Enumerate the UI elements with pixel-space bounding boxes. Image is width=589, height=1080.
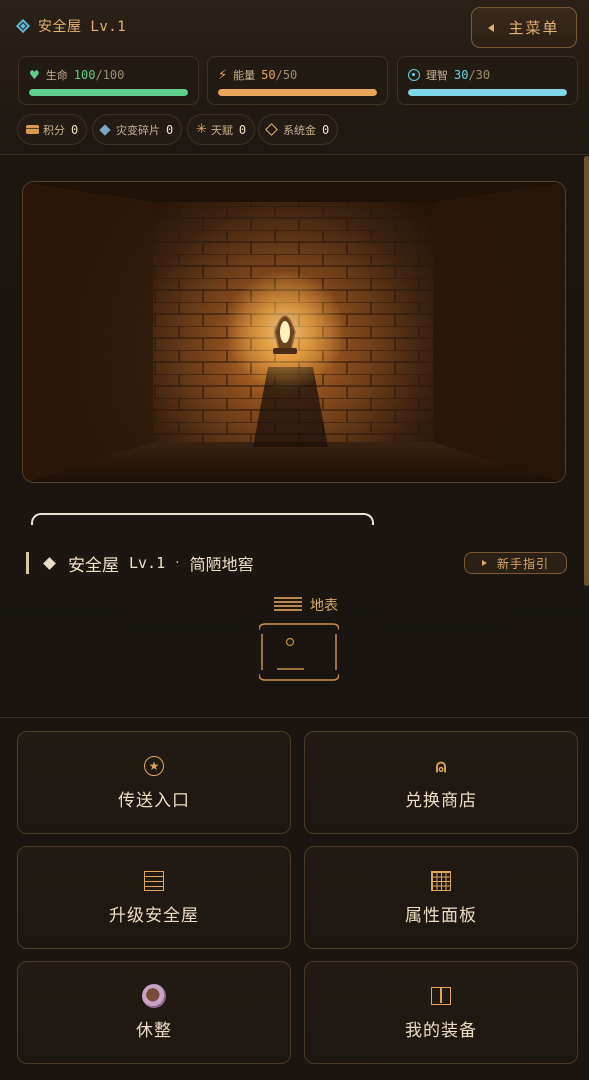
resource-points: 积分 0: [17, 114, 88, 145]
stat-label: 能量: [233, 69, 256, 82]
resource-label: 系统金: [283, 123, 316, 137]
action-label: 我的装备: [405, 1021, 477, 1041]
floor-label: 地表: [274, 595, 338, 615]
my-equipment-button[interactable]: 我的装备: [304, 961, 578, 1064]
resource-value: 0: [71, 122, 79, 137]
bolt-icon: ⚡: [218, 67, 228, 83]
resource-label: 天赋: [210, 123, 233, 137]
shard-icon: [99, 123, 111, 136]
stat-energy: ⚡ 能量 50/50: [207, 56, 388, 105]
cellar-illustration: [23, 182, 565, 482]
resource-value: 0: [322, 122, 330, 137]
main-menu-label: 主菜单: [508, 19, 560, 37]
stat-health: ♥ 生命 100/100: [18, 56, 199, 105]
action-panel: ★ 传送入口 ⍝ 兑换商店 升级安全屋 属性面板 休整 我的装备: [0, 717, 589, 1080]
scrollbar[interactable]: [584, 156, 589, 586]
progress-frame: [31, 513, 374, 525]
target-icon: [408, 69, 420, 81]
resource-value: 0: [238, 122, 247, 137]
health-bar-fill: [29, 89, 188, 96]
exchange-shop-button[interactable]: ⍝ 兑换商店: [304, 731, 578, 834]
action-label: 属性面板: [405, 906, 477, 926]
grid-icon: [431, 871, 451, 891]
upgrade-safehouse-button[interactable]: 升级安全屋: [17, 846, 291, 949]
triangle-right-icon: [481, 560, 487, 566]
action-label: 传送入口: [118, 791, 190, 811]
cellar-scene-image: [22, 181, 566, 483]
sanity-bar: [408, 89, 567, 96]
energy-bar: [218, 89, 377, 96]
main-menu-button[interactable]: 主菜单: [471, 7, 577, 48]
book-icon: [431, 987, 451, 1005]
floor-label-text: 地表: [310, 598, 338, 614]
status-header: 安全屋 Lv.1 主菜单 ♥ 生命 100/100 ⚡ 能量 50/50 理智 …: [0, 0, 589, 155]
cup-icon: [142, 984, 166, 1008]
beginner-guide-label: 新手指引: [496, 556, 549, 571]
resource-gold: 系统金 0: [258, 114, 339, 145]
teleport-entrance-button[interactable]: ★ 传送入口: [17, 731, 291, 834]
rest-button[interactable]: 休整: [17, 961, 291, 1064]
floor-map-node[interactable]: [258, 622, 340, 682]
game-screen: 安全屋 Lv.1 主菜单 ♥ 生命 100/100 ⚡ 能量 50/50 理智 …: [0, 0, 589, 1080]
layers-icon: [274, 597, 302, 613]
resource-talent: ✳ 天赋 0: [187, 114, 256, 145]
beginner-guide-button[interactable]: 新手指引: [464, 552, 567, 574]
location-subtitle: 简陋地窖: [189, 555, 254, 574]
page-title-text: 安全屋 Lv.1: [38, 19, 127, 35]
resource-label: 灾变碎片: [116, 123, 160, 137]
chest-icon: [26, 125, 39, 134]
stat-value: 100/100: [73, 68, 125, 82]
room-node-icon: [258, 623, 340, 681]
scene-panel: 安全屋 Lv.1 · 简陋地窖 新手指引 地表: [0, 156, 589, 716]
sanity-bar-fill: [408, 89, 567, 96]
triangle-left-icon: [488, 23, 495, 32]
location-separator: ·: [175, 555, 180, 571]
accent-bar: [26, 552, 29, 574]
diamond-icon: [15, 18, 31, 34]
location-name: 安全屋: [68, 555, 119, 576]
resource-shards: 灾变碎片 0: [92, 114, 183, 145]
stat-value: 50/50: [261, 68, 298, 82]
action-label: 升级安全屋: [109, 906, 199, 926]
stat-sanity: 理智 30/30: [397, 56, 578, 105]
heart-icon: ♥: [29, 68, 40, 82]
resource-value: 0: [166, 122, 174, 137]
location-header: 安全屋 Lv.1 · 简陋地窖 新手指引: [26, 549, 567, 577]
spark-icon: ✳: [196, 122, 207, 137]
stat-label: 生命: [45, 69, 68, 82]
location-diamond-icon: [43, 556, 56, 570]
resource-label: 积分: [43, 123, 65, 137]
energy-bar-fill: [218, 89, 377, 96]
list-icon: [144, 871, 164, 891]
shop-icon: ⍝: [435, 755, 447, 777]
action-label: 兑换商店: [405, 791, 477, 811]
star-circle-icon: ★: [144, 756, 164, 776]
stat-value: 30/30: [454, 68, 491, 82]
action-label: 休整: [136, 1021, 172, 1041]
attribute-panel-button[interactable]: 属性面板: [304, 846, 578, 949]
stat-label: 理智: [426, 69, 448, 82]
health-bar: [29, 89, 188, 96]
location-level: Lv.1: [129, 554, 166, 572]
gold-diamond-icon: [265, 123, 278, 136]
page-title: 安全屋 Lv.1: [15, 16, 127, 36]
